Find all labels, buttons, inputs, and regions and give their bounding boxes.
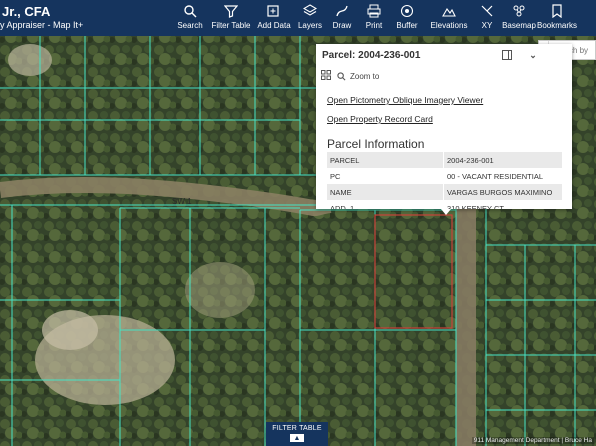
popup-header: Parcel: 2004-236-001 ⌄ [316, 44, 572, 66]
attribute-key: PC [327, 168, 444, 184]
attribute-key: PARCEL [327, 152, 444, 168]
filter-icon [224, 5, 238, 18]
app-header: Jr., CFA y Appraiser - Map It+ Search Fil… [0, 0, 596, 36]
toolbar-draw-button[interactable]: Draw [326, 0, 358, 36]
collapse-icon[interactable]: ⌄ [526, 48, 540, 62]
elevations-icon [442, 8, 456, 17]
toolbar-print-button[interactable]: Print [358, 0, 390, 36]
draw-icon [336, 5, 348, 17]
toolbar-label: Filter Table [211, 21, 251, 30]
toolbar-label: Draw [332, 21, 352, 30]
zoom-to-label: Zoom to [350, 71, 380, 81]
chevron-up-icon: ▲ [290, 434, 304, 442]
toolbar-bookmarks-button[interactable]: Bookmarks [537, 0, 578, 36]
attribute-key: NAME [327, 184, 444, 200]
attribute-row: NAME VARGAS BURGOS MAXIMINO [327, 184, 562, 200]
toolbar-label: Layers [297, 21, 322, 30]
attribute-row: PARCEL 2004-236-001 [327, 152, 562, 168]
section-title: Parcel Information [327, 137, 425, 151]
toolbar-label: Basemap [502, 21, 536, 30]
attribute-row: ADD_1 310 KEENEY CT [327, 200, 562, 209]
toolbar-filter-table-button[interactable]: Filter Table [208, 0, 254, 36]
buffer-icon [400, 4, 414, 18]
attribute-value: 00 - VACANT RESIDENTIAL [447, 171, 543, 181]
toolbar-label: Search [177, 21, 203, 30]
toolbar-label: Buffer [396, 21, 418, 30]
add-data-icon [267, 5, 279, 17]
pictometry-link[interactable]: Open Pictometry Oblique Imagery Viewer [327, 95, 483, 105]
toolbar-basemap-button[interactable]: Basemap [500, 0, 538, 36]
app-title: Jr., CFA [2, 4, 51, 19]
grid-icon[interactable] [321, 70, 331, 82]
attribute-value: VARGAS BURGOS MAXIMINO [443, 184, 562, 200]
bookmarks-icon [552, 4, 562, 18]
toolbar-label: XY [481, 21, 493, 30]
app-subtitle: y Appraiser - Map It+ [0, 20, 84, 30]
zoom-to-button[interactable]: Zoom to [337, 72, 379, 81]
attribute-table: PARCEL 2004-236-001 PC 00 - VACANT RESIDENT… [327, 152, 562, 209]
basemap-icon [513, 5, 525, 17]
property-record-link[interactable]: Open Property Record Card [327, 114, 433, 124]
toolbar-elevations-button[interactable]: Elevations [424, 0, 474, 36]
filter-table-label: FILTER TABLE [272, 425, 322, 432]
print-icon [367, 4, 381, 18]
dock-icon[interactable] [500, 48, 514, 62]
toolbar-label: Elevations [430, 21, 468, 30]
toolbar-search-button[interactable]: Search [172, 0, 208, 36]
zoom-icon [337, 71, 346, 80]
toolbar-buffer-button[interactable]: Buffer [390, 0, 424, 36]
filter-table-toggle[interactable]: FILTER TABLE ▲ [266, 422, 328, 446]
toolbar-xy-button[interactable]: XY [474, 0, 500, 36]
attribute-value: 310 KEENEY CT [447, 203, 504, 210]
toolbar-add-data-button[interactable]: Add Data [254, 0, 294, 36]
map-attribution: 911 Management Department | Bruce Ha [471, 437, 594, 444]
parcel-popup: Parcel: 2004-236-001 ⌄ Zoom to Open Pict… [316, 44, 572, 209]
road-label: SW 1 [172, 197, 192, 206]
search-icon [184, 5, 197, 18]
attribute-value: 2004-236-001 [443, 152, 562, 168]
layers-icon [303, 4, 317, 16]
xy-icon [481, 5, 493, 17]
toolbar-label: Add Data [257, 21, 291, 30]
popup-pointer [441, 209, 451, 215]
toolbar-label: Print [365, 21, 383, 30]
attribute-row: PC 00 - VACANT RESIDENTIAL [327, 168, 562, 184]
toolbar-label: Bookmarks [537, 21, 578, 30]
toolbar-layers-button[interactable]: Layers [294, 0, 326, 36]
popup-actions: Zoom to [316, 66, 572, 86]
popup-title: Parcel: 2004-236-001 [322, 49, 421, 61]
attribute-key: ADD_1 [327, 200, 444, 209]
toolbar: Search Filter Table Add Data Layers Draw Prin… [172, 0, 578, 36]
